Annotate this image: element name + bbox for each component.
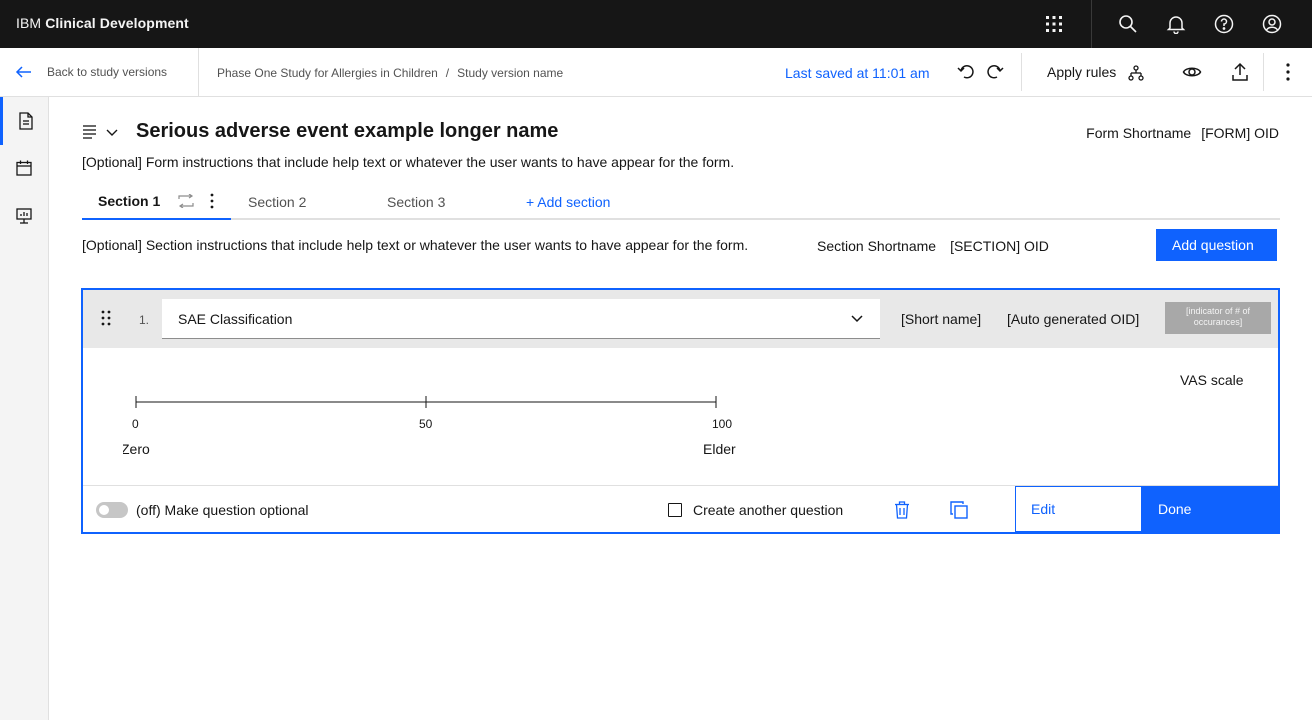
form-instructions: [Optional] Form instructions that includ… (82, 154, 735, 170)
make-optional-toggle[interactable] (96, 502, 128, 518)
section-meta: Section Shortname [SECTION] OID (817, 238, 1049, 254)
help-icon[interactable] (1200, 0, 1248, 48)
notification-icon[interactable] (1152, 0, 1200, 48)
create-another-label: Create another question (693, 502, 844, 518)
question-type-label: VAS scale (1180, 372, 1244, 388)
product-name[interactable]: IBM Clinical Development (16, 15, 189, 31)
preview-eye-icon[interactable] (1180, 60, 1204, 84)
vas-tick-label-mid: 50 (419, 417, 433, 431)
edit-button[interactable]: Edit (1015, 486, 1142, 532)
undo-icon[interactable] (954, 60, 978, 84)
last-saved-status: Last saved at 11:01 am (785, 65, 930, 81)
vas-tick-label-max: 100 (712, 417, 732, 431)
trash-icon[interactable] (891, 499, 913, 521)
breadcrumb-study[interactable]: Phase One Study for Allergies in Childre… (217, 66, 438, 80)
apply-rules-button[interactable]: Apply rules (1047, 64, 1116, 80)
form-title: Serious adverse event example longer nam… (136, 120, 559, 142)
section-instructions: [Optional] Section instructions that inc… (82, 237, 749, 253)
brand-name: Clinical Development (45, 15, 189, 31)
vas-max-anchor: Elder (703, 441, 736, 457)
question-short-name: [Short name] (901, 311, 982, 327)
question-card-header: 1. SAE Classification [Short name] [Auto… (83, 290, 1278, 348)
breadcrumb-separator: / (445, 66, 450, 80)
document-icon[interactable] (0, 97, 48, 145)
section-oid: [SECTION] OID (950, 238, 1049, 254)
sub-header: Back to study versions Phase One Study f… (0, 48, 1312, 97)
add-section-link[interactable]: + Add section (526, 184, 610, 220)
back-to-study-versions-link[interactable]: Back to study versions (0, 48, 199, 96)
form-oid: [FORM] OID (1201, 125, 1279, 141)
toggle-knob (99, 505, 109, 515)
add-question-button[interactable]: Add question (1156, 229, 1277, 261)
vas-tick-label-min: 0 (132, 417, 139, 431)
tab-section-1[interactable]: Section 1 (82, 184, 231, 220)
chevron-down-icon (106, 129, 118, 136)
tab-overflow-icon[interactable] (210, 193, 214, 209)
form-shortname: Form Shortname (1086, 125, 1192, 141)
create-another-checkbox[interactable] (668, 503, 682, 517)
subheader-divider-2 (1263, 53, 1264, 91)
redo-icon[interactable] (983, 60, 1007, 84)
section-tabs: Section 1 Section 2 Section 3 + Add sect… (82, 184, 1280, 220)
top-header: IBM Clinical Development (0, 0, 1312, 48)
search-icon[interactable] (1104, 0, 1152, 48)
header-divider (1091, 0, 1092, 48)
breadcrumb: Phase One Study for Allergies in Childre… (217, 66, 563, 80)
done-button[interactable]: Done (1142, 486, 1278, 532)
form-meta: Form Shortname [FORM] OID (1086, 125, 1279, 141)
overflow-menu-icon[interactable] (1276, 60, 1300, 84)
presentation-icon[interactable] (0, 192, 48, 240)
vas-scale[interactable]: 0 50 100 Zero Elder (123, 390, 783, 470)
duplicate-icon[interactable] (948, 499, 970, 521)
add-section-label: + Add section (526, 194, 611, 210)
rules-hierarchy-icon[interactable] (1126, 63, 1146, 83)
question-number: 1. (139, 313, 150, 327)
app-switcher-icon[interactable] (1030, 0, 1078, 48)
tab-section-3[interactable]: Section 3 (387, 184, 445, 220)
question-card: 1. SAE Classification [Short name] [Auto… (81, 288, 1280, 534)
section-shortname: Section Shortname (817, 238, 937, 254)
breadcrumb-version[interactable]: Study version name (457, 66, 563, 80)
occurrence-indicator: [indicator of # of occurances] (1165, 302, 1271, 334)
user-avatar-icon[interactable] (1248, 0, 1296, 48)
tab-label: Section 3 (387, 194, 446, 210)
back-label: Back to study versions (47, 65, 168, 79)
side-navigation-rail (0, 97, 49, 720)
reorder-icon[interactable] (178, 194, 194, 208)
question-card-footer: (off) Make question optional Create anot… (83, 485, 1278, 532)
tab-section-2[interactable]: Section 2 (248, 184, 306, 220)
chevron-down-icon (851, 315, 863, 323)
list-icon (83, 125, 96, 139)
brand-prefix: IBM (16, 15, 42, 31)
question-type-dropdown[interactable]: SAE Classification (162, 299, 880, 339)
form-list-menu[interactable] (82, 122, 122, 142)
make-optional-label: (off) Make question optional (136, 502, 309, 518)
drag-handle-icon[interactable] (101, 310, 111, 329)
apply-rules-label: Apply rules (1047, 64, 1117, 80)
tab-label: Section 2 (248, 194, 307, 210)
calendar-icon[interactable] (0, 144, 48, 192)
vas-min-anchor: Zero (123, 441, 150, 457)
arrow-left-icon (15, 66, 31, 78)
question-type-value: SAE Classification (178, 311, 293, 327)
tab-label: Section 1 (98, 193, 161, 209)
subheader-divider (1021, 53, 1022, 91)
export-upload-icon[interactable] (1228, 60, 1252, 84)
question-oid: [Auto generated OID] (1007, 311, 1140, 327)
